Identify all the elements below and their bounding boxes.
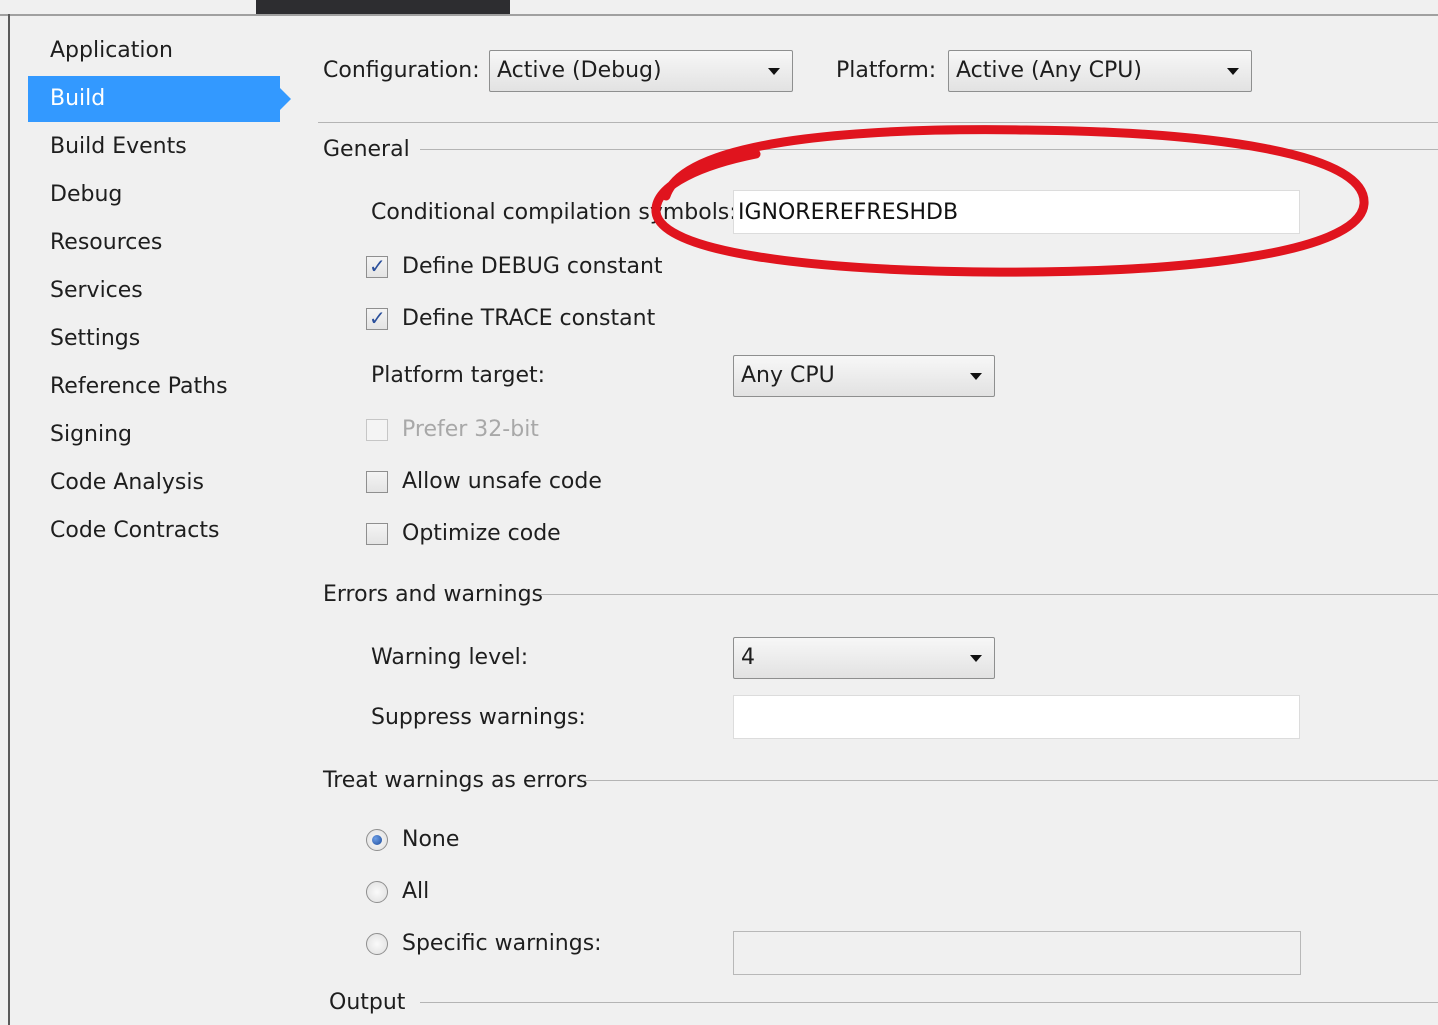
define-trace-label: Define TRACE constant — [402, 306, 656, 331]
conditional-symbols-input[interactable] — [733, 190, 1300, 234]
treat-all-radio[interactable] — [366, 881, 388, 903]
section-output-header: Output — [329, 990, 406, 1015]
left-border — [8, 14, 10, 1025]
warning-level-label: Warning level: — [371, 645, 529, 670]
warning-level-dropdown[interactable]: 4 — [733, 637, 995, 679]
check-icon: ✓ — [369, 254, 386, 278]
treat-none-radio[interactable] — [366, 829, 388, 851]
allow-unsafe-label: Allow unsafe code — [402, 469, 602, 494]
section-errors-line — [540, 594, 1438, 595]
optimize-code-checkbox[interactable] — [366, 523, 388, 545]
chevron-down-icon — [970, 655, 982, 662]
platform-label: Platform: — [836, 58, 937, 83]
prefer-32bit-checkbox[interactable] — [366, 419, 388, 441]
treat-specific-radio[interactable] — [366, 933, 388, 955]
section-output-line — [420, 1002, 1438, 1003]
sidebar-item-code-analysis[interactable]: Code Analysis — [28, 460, 280, 506]
define-debug-checkbox[interactable]: ✓ — [366, 254, 388, 278]
project-properties-window: Application Build Build Events Debug Res… — [0, 0, 1438, 1025]
sidebar-item-services[interactable]: Services — [28, 268, 280, 314]
platform-target-dropdown[interactable]: Any CPU — [733, 355, 995, 397]
sidebar-item-code-contracts[interactable]: Code Contracts — [28, 508, 280, 554]
chevron-down-icon — [970, 373, 982, 380]
section-treat-line — [582, 780, 1438, 781]
define-trace-checkbox[interactable]: ✓ — [366, 306, 388, 330]
sidebar-item-settings[interactable]: Settings — [28, 316, 280, 362]
sidebar-item-debug[interactable]: Debug — [28, 172, 280, 218]
chevron-down-icon — [768, 68, 780, 75]
section-general-line — [420, 149, 1438, 150]
platform-value: Active (Any CPU) — [956, 58, 1142, 83]
sidebar-item-resources[interactable]: Resources — [28, 220, 280, 266]
sidebar-item-build[interactable]: Build — [28, 76, 291, 122]
section-general-header: General — [323, 137, 410, 162]
top-divider — [0, 14, 1438, 16]
section-errors-header: Errors and warnings — [323, 582, 544, 607]
radio-selected-dot — [372, 835, 382, 845]
conditional-symbols-label: Conditional compilation symbols: — [371, 200, 737, 225]
treat-all-label: All — [402, 879, 430, 904]
sidebar-item-signing[interactable]: Signing — [28, 412, 280, 458]
configuration-value: Active (Debug) — [497, 58, 662, 83]
treat-none-label: None — [402, 827, 460, 852]
platform-dropdown[interactable]: Active (Any CPU) — [948, 50, 1252, 92]
warning-level-value: 4 — [741, 645, 755, 670]
platform-target-value: Any CPU — [741, 363, 835, 388]
check-icon: ✓ — [369, 306, 386, 330]
section-treat-header: Treat warnings as errors — [323, 768, 588, 793]
document-tab[interactable] — [256, 0, 510, 15]
specific-warnings-input[interactable] — [733, 931, 1301, 975]
sidebar-item-reference-paths[interactable]: Reference Paths — [28, 364, 280, 410]
suppress-warnings-input[interactable] — [733, 695, 1300, 739]
chevron-down-icon — [1227, 68, 1239, 75]
allow-unsafe-checkbox[interactable] — [366, 471, 388, 493]
sidebar-item-build-events[interactable]: Build Events — [28, 124, 280, 170]
configuration-dropdown[interactable]: Active (Debug) — [489, 50, 793, 92]
treat-specific-label: Specific warnings: — [402, 931, 602, 956]
platform-target-label: Platform target: — [371, 363, 546, 388]
toolbar-divider — [318, 122, 1438, 123]
configuration-label: Configuration: — [323, 58, 480, 83]
sidebar-item-application[interactable]: Application — [28, 28, 280, 74]
define-debug-label: Define DEBUG constant — [402, 254, 663, 279]
prefer-32bit-label: Prefer 32-bit — [402, 417, 539, 442]
suppress-warnings-label: Suppress warnings: — [371, 705, 586, 730]
optimize-code-label: Optimize code — [402, 521, 561, 546]
